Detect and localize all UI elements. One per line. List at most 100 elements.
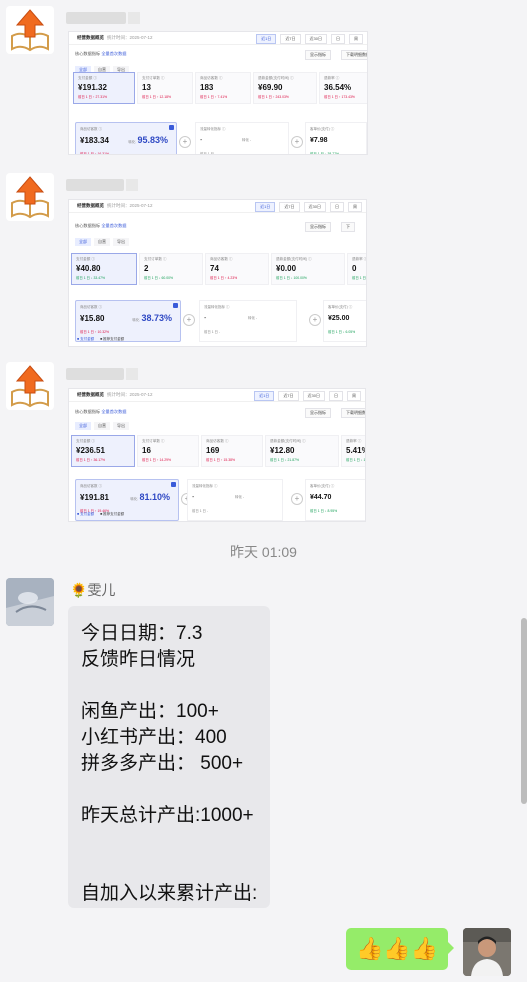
- image-message-1[interactable]: 经营数据概览 统计时间：2025-07-12 近1日 近7日 近30日日周核心数据指标 …: [68, 31, 368, 155]
- dashboard-action-button[interactable]: 显示指标: [305, 50, 331, 60]
- metric-change: 前日 1 日 ↑ 173.43%: [324, 95, 355, 99]
- metric-tab[interactable]: 全部: [75, 422, 91, 430]
- metric-label: 支付订单数 ⓘ: [142, 439, 165, 443]
- period-tab[interactable]: 近1日: [255, 202, 276, 212]
- text-message-bubble[interactable]: 今日日期：7.3 反馈昨日情况 闲鱼产出：100+ 小红书产出：400 拼多多产出： 5…: [68, 606, 270, 908]
- section-label: 核心数据指标 全量首次数据: [75, 51, 127, 56]
- metric-label: 退款金额(支付时间) ⓘ: [258, 76, 294, 80]
- period-tab[interactable]: 周: [349, 34, 363, 44]
- legend-item[interactable]: ■ 推荐支付金额: [100, 337, 124, 341]
- period-tab[interactable]: 近7日: [278, 391, 299, 401]
- funnel-label: 商品访客数 ⓘ: [80, 127, 102, 131]
- metric-value: 16: [142, 446, 151, 455]
- metric-card[interactable]: 支付金额 ⓘ ¥236.51 前日 1 日 ↑ 36.17%: [71, 435, 135, 467]
- add-metric-icon[interactable]: +: [291, 493, 303, 505]
- conversion-rate: 转化 95.83%: [128, 135, 168, 145]
- sender-avatar-book[interactable]: [6, 6, 54, 54]
- period-tab[interactable]: 近30日: [303, 202, 326, 212]
- add-metric-icon[interactable]: +: [309, 314, 321, 326]
- legend-item[interactable]: ■ 支付金额: [77, 512, 94, 516]
- sender-avatar-book[interactable]: [6, 173, 54, 221]
- metric-tabs: 全部 自营 导出: [75, 422, 129, 430]
- period-tab[interactable]: 日: [329, 391, 343, 401]
- metric-tab[interactable]: 导出: [113, 422, 129, 430]
- checkbox-icon: [169, 125, 174, 130]
- period-tab[interactable]: 近1日: [254, 391, 275, 401]
- image-message-3[interactable]: 经营数据概览 统计时间：2025-07-12 近1日 近7日 近30日日周核心数据指标 …: [68, 388, 366, 522]
- sender-avatar-book[interactable]: [6, 362, 54, 410]
- my-message-bubble[interactable]: 👍👍👍: [346, 928, 454, 970]
- metric-card[interactable]: 退款金额(支付时间) ⓘ ¥69.90 前日 1 日 ↑ 243.03%: [253, 72, 317, 104]
- my-avatar[interactable]: [463, 928, 511, 976]
- avg-order-card[interactable]: 客单价(支付) ⓘ ¥44.70 前日 1 日 ↓ 8.95%: [305, 479, 365, 521]
- section-link[interactable]: 全量首次数据: [101, 409, 126, 414]
- metric-label: 退款金额(支付时间) ⓘ: [270, 439, 306, 443]
- section-link[interactable]: 全量首次数据: [101, 51, 126, 56]
- metric-value: ¥0.00: [276, 264, 297, 273]
- metric-card[interactable]: 支付订单数 ⓘ 2 前日 1 日 ↓ 60.00%: [139, 253, 203, 285]
- metric-card[interactable]: 退款率 ⓘ 36.54% 前日 1 日 ↑ 173.43%: [319, 72, 367, 104]
- dashboard-action-button[interactable]: 下: [341, 222, 355, 232]
- period-tab[interactable]: 近7日: [279, 202, 300, 212]
- period-tab[interactable]: 近1日: [256, 34, 277, 44]
- metric-card[interactable]: 支付订单数 ⓘ 13 前日 1 日 ↑ 12.18%: [137, 72, 193, 104]
- empty-metric-change: 前日 1 日 -: [204, 330, 221, 334]
- period-tab[interactable]: 近30日: [304, 34, 327, 44]
- metric-value: 36.54%: [324, 83, 352, 92]
- legend-item[interactable]: ■ 推荐支付金额: [100, 512, 124, 516]
- funnel-card[interactable]: 商品访客数 ⓘ ¥183.34 前日 1 日 ↑ 16.31% 转化 95.83%: [75, 122, 177, 154]
- metric-card[interactable]: 退款金额(支付时间) ⓘ ¥12.80 前日 1 日 ↓ 21.87%: [265, 435, 339, 467]
- empty-metric-card[interactable]: 流量转化指标 ⓘ - 转化 - 前日 1 日 -: [195, 122, 289, 154]
- empty-metric-card[interactable]: 流量转化指标 ⓘ - 转化 - 前日 1 日 -: [187, 479, 283, 521]
- add-metric-icon[interactable]: +: [183, 314, 195, 326]
- period-tab[interactable]: 日: [330, 202, 344, 212]
- add-metric-icon[interactable]: +: [179, 136, 191, 148]
- blurred-sender-name: [66, 368, 138, 380]
- metric-tab[interactable]: 自营: [94, 238, 110, 246]
- image-message-2[interactable]: 经营数据概览 统计时间：2025-07-12 近1日 近7日 近30日日周核心数据指标 …: [68, 199, 367, 347]
- period-tab[interactable]: 周: [348, 202, 362, 212]
- add-metric-icon[interactable]: +: [291, 136, 303, 148]
- funnel-card[interactable]: 商品访客数 ⓘ ¥15.80 前日 1 日 ↑ 10.32% 转化 38.73%: [75, 300, 181, 342]
- dashboard-action-button[interactable]: 下载明细数据: [341, 50, 367, 60]
- metric-change: 前日 1 日 ↑ 15.38%: [206, 458, 236, 462]
- metric-change: 前日 1 日 ↑ 7.41%: [200, 95, 228, 99]
- avg-order-label: 客单价(支付) ⓘ: [328, 305, 353, 309]
- legend-item[interactable]: ■ 支付金额: [77, 337, 94, 341]
- checkbox-icon: [173, 303, 178, 308]
- metric-tab[interactable]: 全部: [75, 238, 91, 246]
- period-tab[interactable]: 日: [331, 34, 345, 44]
- metric-card[interactable]: 商品访客数 ⓘ 74 前日 1 日 ↑ 4.23%: [205, 253, 269, 285]
- period-tab[interactable]: 近7日: [280, 34, 301, 44]
- metric-card[interactable]: 支付订单数 ⓘ 16 前日 1 日 ↑ 14.29%: [137, 435, 199, 467]
- metric-tab[interactable]: 自营: [94, 422, 110, 430]
- metric-change: 前日 1 日 ↑ 36.17%: [76, 458, 106, 462]
- dashboard-date: 统计时间：2025-07-12: [107, 392, 153, 397]
- period-tab[interactable]: 近30日: [302, 391, 325, 401]
- sender-avatar[interactable]: [6, 578, 54, 626]
- metric-label: 支付金额 ⓘ: [76, 257, 95, 261]
- section-label: 核心数据指标 全量首次数据: [75, 409, 127, 414]
- metric-value: 183: [200, 83, 214, 92]
- dashboard-action-button[interactable]: 显示指标: [305, 222, 331, 232]
- empty-metric-card[interactable]: 流量转化指标 ⓘ - 转化 - 前日 1 日 -: [199, 300, 297, 342]
- period-tab[interactable]: 周: [347, 391, 361, 401]
- avg-order-card[interactable]: 客单价(支付) ⓘ ¥25.00 前日 1 日 ↓ 6.05%: [323, 300, 366, 342]
- metric-card[interactable]: 商品访客数 ⓘ 183 前日 1 日 ↑ 7.41%: [195, 72, 251, 104]
- metric-card[interactable]: 退款率 ⓘ 0 前日 1 日: [347, 253, 366, 285]
- section-link[interactable]: 全量首次数据: [101, 223, 126, 228]
- metric-label: 支付金额 ⓘ: [76, 439, 95, 443]
- metric-tab[interactable]: 导出: [113, 238, 129, 246]
- book-arrow-icon: [11, 176, 49, 219]
- empty-metric-mid: 转化 -: [242, 138, 252, 142]
- metric-card[interactable]: 退款率 ⓘ 5.41% 前日 1 日 ↓ 12.44%: [341, 435, 365, 467]
- chat-scrollbar[interactable]: [521, 618, 527, 804]
- metric-card[interactable]: 支付金额 ⓘ ¥191.32 前日 1 日 ↑ 27.31%: [73, 72, 135, 104]
- metric-value: 5.41%: [346, 446, 365, 455]
- dashboard-action-button[interactable]: 下载明细数据: [341, 408, 365, 418]
- dashboard-action-button[interactable]: 显示指标: [305, 408, 331, 418]
- metric-card[interactable]: 退款金额(支付时间) ⓘ ¥0.00 前日 1 日 ↓ 100.00%: [271, 253, 345, 285]
- avg-order-card[interactable]: 客单价(支付) ⓘ ¥7.98 前日 1 日 ↓ 38.77%: [305, 122, 367, 154]
- metric-card[interactable]: 商品访客数 ⓘ 169 前日 1 日 ↑ 15.38%: [201, 435, 263, 467]
- metric-card[interactable]: 支付金额 ⓘ ¥40.80 前日 1 日 ↓ 33.47%: [71, 253, 137, 285]
